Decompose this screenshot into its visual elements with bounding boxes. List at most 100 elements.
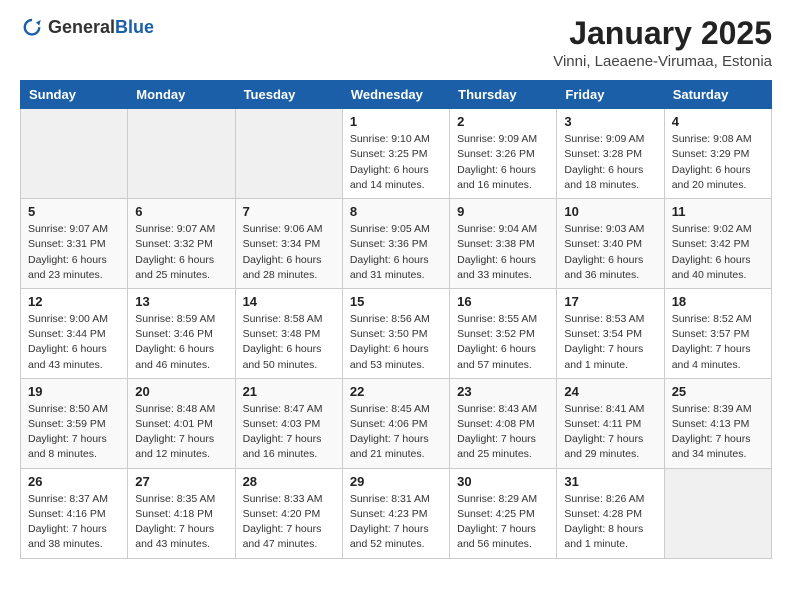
day-cell: 2 Sunrise: 9:09 AM Sunset: 3:26 PM Daylig… (450, 109, 557, 199)
day-info: Sunrise: 9:10 AM Sunset: 3:25 PM Dayligh… (350, 132, 442, 193)
day-info: Sunrise: 8:31 AM Sunset: 4:23 PM Dayligh… (350, 492, 442, 553)
day-info: Sunrise: 8:48 AM Sunset: 4:01 PM Dayligh… (135, 402, 227, 463)
day-number: 29 (350, 474, 442, 489)
calendar-body: 1 Sunrise: 9:10 AM Sunset: 3:25 PM Daylig… (21, 109, 772, 558)
logo-icon (20, 16, 44, 40)
day-cell (21, 109, 128, 199)
day-number: 9 (457, 204, 549, 219)
day-cell: 5 Sunrise: 9:07 AM Sunset: 3:31 PM Daylig… (21, 199, 128, 289)
day-number: 6 (135, 204, 227, 219)
day-info: Sunrise: 9:07 AM Sunset: 3:31 PM Dayligh… (28, 222, 120, 283)
day-number: 22 (350, 384, 442, 399)
day-cell: 18 Sunrise: 8:52 AM Sunset: 3:57 PM Dayli… (664, 288, 771, 378)
day-number: 14 (243, 294, 335, 309)
day-cell: 6 Sunrise: 9:07 AM Sunset: 3:32 PM Daylig… (128, 199, 235, 289)
day-cell: 29 Sunrise: 8:31 AM Sunset: 4:23 PM Dayli… (342, 468, 449, 558)
day-number: 11 (672, 204, 764, 219)
week-row-3: 19 Sunrise: 8:50 AM Sunset: 3:59 PM Dayli… (21, 378, 772, 468)
col-header-thursday: Thursday (450, 81, 557, 109)
day-info: Sunrise: 8:41 AM Sunset: 4:11 PM Dayligh… (564, 402, 656, 463)
day-number: 18 (672, 294, 764, 309)
day-info: Sunrise: 8:56 AM Sunset: 3:50 PM Dayligh… (350, 312, 442, 373)
day-cell: 8Sunrise: 9:05 AM Sunset: 3:36 PM Daylig… (342, 199, 449, 289)
col-header-sunday: Sunday (21, 81, 128, 109)
day-cell: 15Sunrise: 8:56 AM Sunset: 3:50 PM Dayli… (342, 288, 449, 378)
day-number: 21 (243, 384, 335, 399)
day-info: Sunrise: 8:53 AM Sunset: 3:54 PM Dayligh… (564, 312, 656, 373)
day-cell: 27 Sunrise: 8:35 AM Sunset: 4:18 PM Dayli… (128, 468, 235, 558)
header: GeneralBlue January 2025 Vinni, Laeaene-… (20, 16, 772, 70)
day-cell: 7 Sunrise: 9:06 AM Sunset: 3:34 PM Daylig… (235, 199, 342, 289)
day-number: 20 (135, 384, 227, 399)
day-cell: 12Sunrise: 9:00 AM Sunset: 3:44 PM Dayli… (21, 288, 128, 378)
day-info: Sunrise: 9:04 AM Sunset: 3:38 PM Dayligh… (457, 222, 549, 283)
month-title: January 2025 (553, 16, 772, 51)
day-cell: 11 Sunrise: 9:02 AM Sunset: 3:42 PM Dayli… (664, 199, 771, 289)
day-number: 5 (28, 204, 120, 219)
week-row-1: 5 Sunrise: 9:07 AM Sunset: 3:31 PM Daylig… (21, 199, 772, 289)
day-info: Sunrise: 9:03 AM Sunset: 3:40 PM Dayligh… (564, 222, 656, 283)
day-number: 31 (564, 474, 656, 489)
day-info: Sunrise: 9:00 AM Sunset: 3:44 PM Dayligh… (28, 312, 120, 373)
day-info: Sunrise: 9:06 AM Sunset: 3:34 PM Dayligh… (243, 222, 335, 283)
day-info: Sunrise: 9:05 AM Sunset: 3:36 PM Dayligh… (350, 222, 442, 283)
day-number: 1 (350, 114, 442, 129)
day-info: Sunrise: 8:43 AM Sunset: 4:08 PM Dayligh… (457, 402, 549, 463)
day-cell: 13Sunrise: 8:59 AM Sunset: 3:46 PM Dayli… (128, 288, 235, 378)
day-number: 3 (564, 114, 656, 129)
day-info: Sunrise: 8:39 AM Sunset: 4:13 PM Dayligh… (672, 402, 764, 463)
calendar-header: SundayMondayTuesdayWednesdayThursdayFrid… (21, 81, 772, 109)
day-info: Sunrise: 9:07 AM Sunset: 3:32 PM Dayligh… (135, 222, 227, 283)
calendar: SundayMondayTuesdayWednesdayThursdayFrid… (20, 80, 772, 558)
day-cell: 10 Sunrise: 9:03 AM Sunset: 3:40 PM Dayli… (557, 199, 664, 289)
day-number: 25 (672, 384, 764, 399)
day-number: 24 (564, 384, 656, 399)
col-header-monday: Monday (128, 81, 235, 109)
day-number: 7 (243, 204, 335, 219)
day-cell: 23 Sunrise: 8:43 AM Sunset: 4:08 PM Dayli… (450, 378, 557, 468)
day-info: Sunrise: 8:50 AM Sunset: 3:59 PM Dayligh… (28, 402, 120, 463)
day-number: 4 (672, 114, 764, 129)
day-info: Sunrise: 8:45 AM Sunset: 4:06 PM Dayligh… (350, 402, 442, 463)
day-info: Sunrise: 9:09 AM Sunset: 3:26 PM Dayligh… (457, 132, 549, 193)
day-info: Sunrise: 8:29 AM Sunset: 4:25 PM Dayligh… (457, 492, 549, 553)
title-area: January 2025 Vinni, Laeaene-Virumaa, Est… (553, 16, 772, 70)
day-number: 27 (135, 474, 227, 489)
logo-general: GeneralBlue (48, 18, 154, 38)
day-cell: 16 Sunrise: 8:55 AM Sunset: 3:52 PM Dayli… (450, 288, 557, 378)
day-cell: 9 Sunrise: 9:04 AM Sunset: 3:38 PM Daylig… (450, 199, 557, 289)
day-info: Sunrise: 8:52 AM Sunset: 3:57 PM Dayligh… (672, 312, 764, 373)
day-cell: 20 Sunrise: 8:48 AM Sunset: 4:01 PM Dayli… (128, 378, 235, 468)
day-number: 23 (457, 384, 549, 399)
col-header-tuesday: Tuesday (235, 81, 342, 109)
day-info: Sunrise: 8:37 AM Sunset: 4:16 PM Dayligh… (28, 492, 120, 553)
day-cell (235, 109, 342, 199)
col-header-friday: Friday (557, 81, 664, 109)
day-number: 2 (457, 114, 549, 129)
col-header-wednesday: Wednesday (342, 81, 449, 109)
week-row-2: 12Sunrise: 9:00 AM Sunset: 3:44 PM Dayli… (21, 288, 772, 378)
day-info: Sunrise: 9:02 AM Sunset: 3:42 PM Dayligh… (672, 222, 764, 283)
day-cell: 22 Sunrise: 8:45 AM Sunset: 4:06 PM Dayli… (342, 378, 449, 468)
day-number: 30 (457, 474, 549, 489)
week-row-4: 26Sunrise: 8:37 AM Sunset: 4:16 PM Dayli… (21, 468, 772, 558)
day-cell: 30 Sunrise: 8:29 AM Sunset: 4:25 PM Dayli… (450, 468, 557, 558)
day-cell: 24 Sunrise: 8:41 AM Sunset: 4:11 PM Dayli… (557, 378, 664, 468)
day-cell: 17Sunrise: 8:53 AM Sunset: 3:54 PM Dayli… (557, 288, 664, 378)
day-cell: 3 Sunrise: 9:09 AM Sunset: 3:28 PM Daylig… (557, 109, 664, 199)
day-info: Sunrise: 8:26 AM Sunset: 4:28 PM Dayligh… (564, 492, 656, 553)
day-cell: 19 Sunrise: 8:50 AM Sunset: 3:59 PM Dayli… (21, 378, 128, 468)
day-number: 10 (564, 204, 656, 219)
day-cell (664, 468, 771, 558)
day-cell: 21Sunrise: 8:47 AM Sunset: 4:03 PM Dayli… (235, 378, 342, 468)
day-info: Sunrise: 9:09 AM Sunset: 3:28 PM Dayligh… (564, 132, 656, 193)
day-cell: 31 Sunrise: 8:26 AM Sunset: 4:28 PM Dayli… (557, 468, 664, 558)
day-cell: 14 Sunrise: 8:58 AM Sunset: 3:48 PM Dayli… (235, 288, 342, 378)
week-row-0: 1 Sunrise: 9:10 AM Sunset: 3:25 PM Daylig… (21, 109, 772, 199)
day-number: 16 (457, 294, 549, 309)
day-info: Sunrise: 9:08 AM Sunset: 3:29 PM Dayligh… (672, 132, 764, 193)
day-info: Sunrise: 8:35 AM Sunset: 4:18 PM Dayligh… (135, 492, 227, 553)
day-number: 19 (28, 384, 120, 399)
day-info: Sunrise: 8:55 AM Sunset: 3:52 PM Dayligh… (457, 312, 549, 373)
day-info: Sunrise: 8:58 AM Sunset: 3:48 PM Dayligh… (243, 312, 335, 373)
